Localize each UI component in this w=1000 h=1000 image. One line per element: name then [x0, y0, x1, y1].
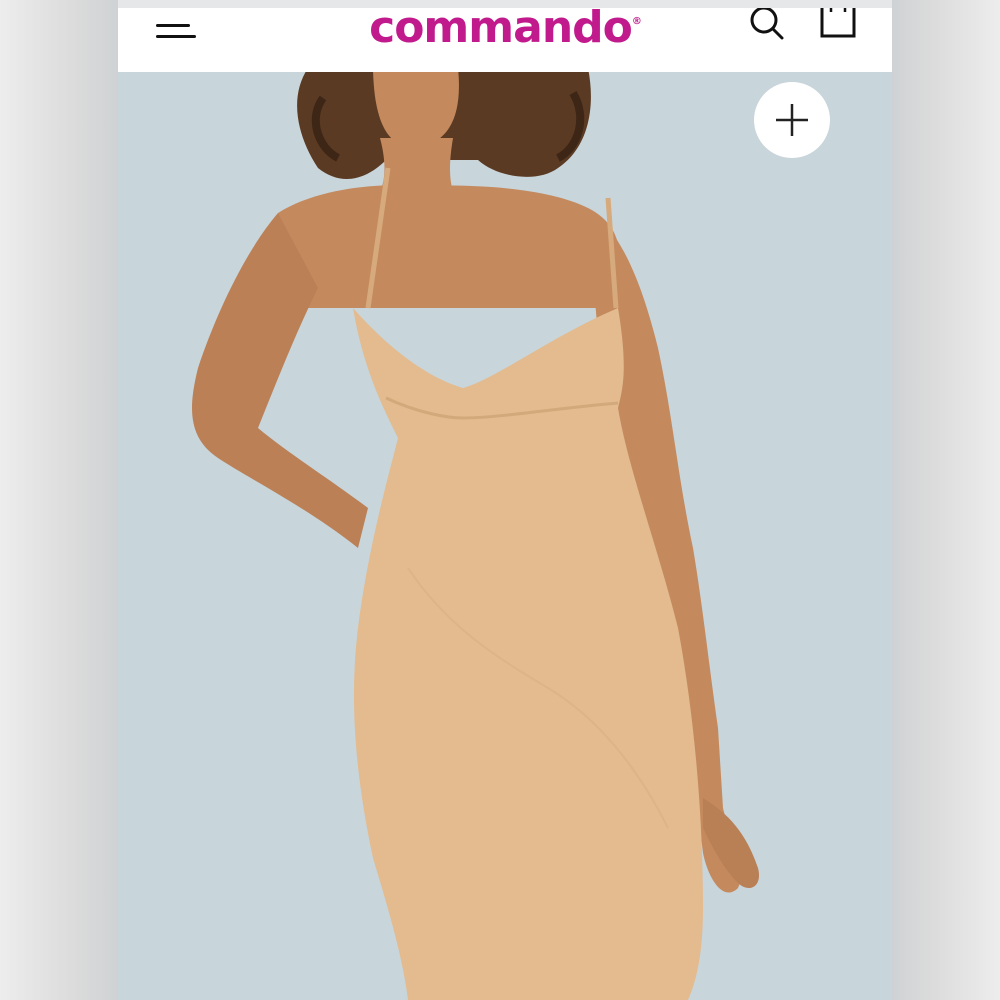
right-blur-panel: [892, 0, 1000, 1000]
left-blur-panel: [0, 0, 118, 1000]
product-page: commando®: [118, 8, 892, 1000]
plus-icon: [776, 104, 808, 136]
product-photo: [118, 8, 892, 1000]
site-header: commando®: [118, 8, 892, 72]
search-icon[interactable]: [746, 8, 790, 44]
registered-mark: ®: [631, 16, 642, 27]
expand-image-button[interactable]: [754, 82, 830, 158]
shopping-bag-icon[interactable]: [816, 8, 860, 44]
logo-text: commando: [369, 8, 633, 53]
